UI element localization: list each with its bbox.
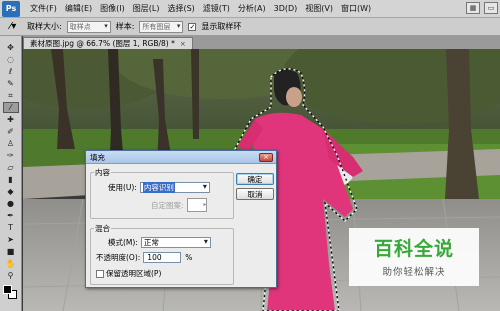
dodge-icon[interactable]: ● — [3, 198, 19, 209]
menu-image[interactable]: 图像(I) — [96, 3, 129, 14]
tools-panel: ✥ ◌ ℓ ✎ ⌗ ⁄ ✚ ✐ ♙ ✑ ▱ ▮ ◆ ● ✒ T ➤ ■ ✋ ⚲ — [0, 36, 22, 311]
sample-value: 所有图层 — [142, 22, 171, 31]
menubar-tools: ▦ ▭ — [466, 2, 498, 14]
use-label: 使用(U): — [108, 183, 137, 192]
menu-analysis[interactable]: 分析(A) — [234, 3, 270, 14]
dialog-close-button[interactable]: × — [259, 153, 273, 162]
history-brush-icon[interactable]: ✑ — [3, 150, 19, 161]
opacity-unit: % — [185, 253, 193, 262]
sample-size-label: 取样大小: — [27, 22, 62, 31]
menu-3d[interactable]: 3D(D) — [270, 4, 302, 13]
dialog-title: 填充 — [90, 152, 105, 162]
gradient-icon[interactable]: ▮ — [3, 174, 19, 185]
mode-value: 正常 — [143, 238, 159, 247]
custom-pattern-swatch[interactable] — [186, 198, 207, 212]
contents-legend: 内容 — [95, 168, 110, 177]
document-tab[interactable]: 素材原图.jpg @ 66.7% (图层 1, RGB/8) * × — [23, 37, 193, 49]
dialog-title-bar[interactable]: 填充 — [86, 151, 276, 164]
eyedropper-preset-icon[interactable]: ⁄▾ — [4, 20, 22, 34]
close-icon[interactable]: × — [180, 40, 186, 48]
brush-icon[interactable]: ✐ — [3, 126, 19, 137]
sample-label: 样本: — [115, 22, 135, 31]
pen-icon[interactable]: ✒ — [3, 210, 19, 221]
mode-select[interactable]: 正常 — [140, 237, 211, 248]
eraser-icon[interactable]: ▱ — [3, 162, 19, 173]
photoshop-logo: Ps — [2, 0, 20, 17]
clone-stamp-icon[interactable]: ♙ — [3, 138, 19, 149]
eyedropper-icon[interactable]: ⁄ — [2, 102, 19, 113]
mode-label: 模式(M): — [108, 238, 138, 247]
hand-icon[interactable]: ✋ — [3, 258, 19, 269]
document-tab-title: 素材原图.jpg @ 66.7% (图层 1, RGB/8) * — [30, 39, 175, 48]
blur-icon[interactable]: ◆ — [3, 186, 19, 197]
type-icon[interactable]: T — [3, 222, 19, 233]
use-value: 内容识别 — [142, 182, 175, 193]
opacity-input[interactable]: 100 — [143, 252, 182, 263]
menu-layer[interactable]: 图层(L) — [129, 3, 164, 14]
menu-edit[interactable]: 编辑(E) — [61, 3, 96, 14]
menu-window[interactable]: 窗口(W) — [337, 3, 375, 14]
arrange-icon[interactable]: ▦ — [466, 2, 480, 14]
use-select[interactable]: 内容识别 — [139, 182, 210, 193]
screen-mode-icon[interactable]: ▭ — [484, 2, 498, 14]
custom-pattern-label: 自定图案: — [151, 200, 184, 210]
foreground-color-swatch[interactable] — [2, 285, 12, 294]
shape-icon[interactable]: ■ — [3, 246, 19, 257]
use-row: 使用(U): 内容识别 — [108, 182, 210, 193]
opacity-label: 不透明度(O): — [96, 253, 141, 262]
opacity-row: 不透明度(O): 100 % — [96, 252, 192, 263]
fill-dialog: 填充 × 内容 使用(U): 内容识别 自定图案: 混合 模式(M): 正常 不… — [85, 150, 277, 288]
move-icon[interactable]: ✥ — [3, 42, 19, 53]
options-bar: ⁄▾ 取样大小: 取样点 样本: 所有图层 ✓ 显示取样环 — [0, 18, 500, 36]
lasso-icon[interactable]: ℓ — [3, 66, 19, 77]
custom-pattern-row: 自定图案: — [151, 198, 207, 212]
sample-size-select[interactable]: 取样点 — [66, 20, 111, 33]
watermark-subtitle: 助你轻松解决 — [382, 267, 446, 278]
preserve-label: 保留透明区域(P) — [106, 269, 162, 278]
show-ring-label: 显示取样环 — [201, 22, 242, 31]
menu-view[interactable]: 视图(V) — [301, 3, 337, 14]
watermark: 百科全说 助你轻松解决 — [349, 228, 479, 286]
zoom-icon[interactable]: ⚲ — [3, 270, 19, 281]
menu-filter[interactable]: 滤镜(T) — [199, 3, 234, 14]
menu-file[interactable]: 文件(F) — [26, 3, 61, 14]
color-swatches[interactable] — [2, 285, 19, 299]
sample-size-value: 取样点 — [69, 22, 91, 31]
blending-legend: 混合 — [95, 224, 110, 233]
show-ring-checkbox[interactable]: ✓ — [188, 22, 197, 31]
cancel-button[interactable]: 取消 — [236, 188, 274, 200]
opacity-value: 100 — [147, 253, 162, 262]
healing-icon[interactable]: ✚ — [3, 114, 19, 125]
document-tab-strip: 素材原图.jpg @ 66.7% (图层 1, RGB/8) * × — [23, 36, 500, 49]
crop-icon[interactable]: ⌗ — [3, 90, 19, 101]
watermark-title: 百科全说 — [373, 238, 454, 260]
ok-button[interactable]: 确定 — [236, 173, 274, 185]
menu-select[interactable]: 选择(S) — [163, 3, 198, 14]
marquee-icon[interactable]: ◌ — [3, 54, 19, 65]
preserve-transparency-checkbox[interactable] — [96, 269, 104, 278]
preserve-row: 保留透明区域(P) — [96, 268, 161, 279]
mode-row: 模式(M): 正常 — [108, 237, 211, 248]
path-select-icon[interactable]: ➤ — [3, 234, 19, 245]
menu-bar: Ps 文件(F) 编辑(E) 图像(I) 图层(L) 选择(S) 滤镜(T) 分… — [0, 0, 500, 18]
sample-select[interactable]: 所有图层 — [139, 20, 184, 33]
quick-select-icon[interactable]: ✎ — [3, 78, 19, 89]
